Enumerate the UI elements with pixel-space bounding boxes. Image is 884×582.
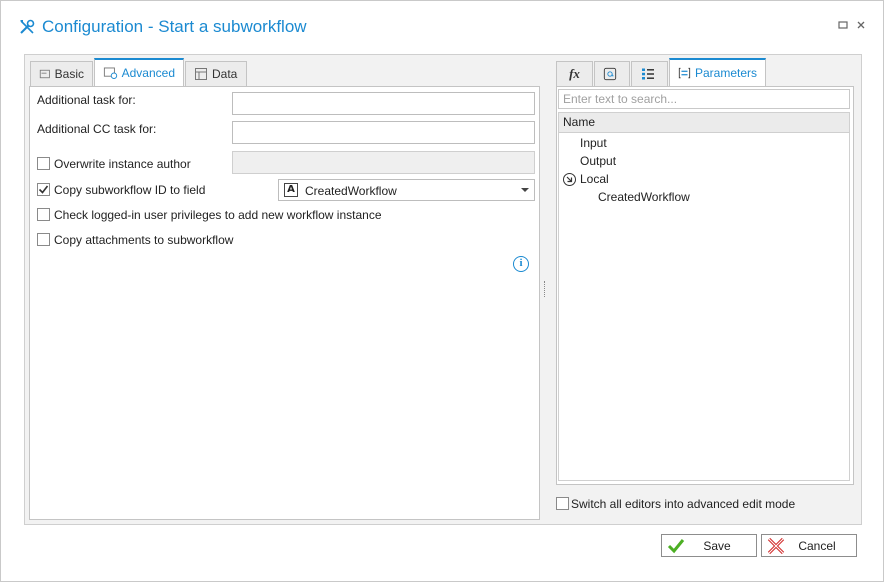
copy-id-field-select[interactable]: A CreatedWorkflow xyxy=(278,179,535,201)
copy-attachments-label: Copy attachments to subworkflow xyxy=(54,233,234,247)
tab-parameters-label: Parameters xyxy=(694,66,757,80)
form-icon xyxy=(39,69,50,79)
tab-advanced[interactable]: Advanced xyxy=(94,58,184,86)
parameters-icon xyxy=(678,67,691,79)
dialog-window: Configuration - Start a subworkflow Basi… xyxy=(0,0,884,582)
maximize-icon[interactable] xyxy=(837,20,849,32)
cancel-button-label: Cancel xyxy=(798,538,836,553)
check-privileges-label: Check logged-in user privileges to add n… xyxy=(54,208,382,222)
copy-id-label: Copy subworkflow ID to field xyxy=(54,183,206,197)
additional-task-input[interactable] xyxy=(232,92,535,115)
tree-node-local[interactable]: Local xyxy=(580,172,609,186)
advanced-mode-label: Switch all editors into advanced edit mo… xyxy=(571,497,796,511)
additional-cc-label: Additional CC task for: xyxy=(37,122,157,136)
tab-basic-label: Basic xyxy=(54,67,84,81)
close-icon[interactable] xyxy=(855,20,867,32)
title-bar: Configuration - Start a subworkflow xyxy=(18,15,307,39)
parameter-search-input[interactable] xyxy=(558,89,850,109)
cancel-button[interactable]: Cancel xyxy=(761,534,857,557)
text-field-icon: A xyxy=(284,183,298,197)
tab-basic[interactable]: Basic xyxy=(30,61,93,86)
table-icon xyxy=(195,68,207,80)
at-sign-icon xyxy=(603,67,617,81)
checkmark-icon xyxy=(38,185,49,194)
tree-column-header[interactable]: Name xyxy=(559,113,849,133)
tree-node-output[interactable]: Output xyxy=(580,154,616,168)
chevron-down-icon[interactable] xyxy=(521,188,529,192)
additional-task-label: Additional task for: xyxy=(37,93,136,107)
tab-system-data[interactable] xyxy=(594,61,630,86)
advanced-settings-icon xyxy=(103,67,118,79)
parameter-tree: Name Input Output Local CreatedWorkflow xyxy=(558,112,850,481)
copy-id-checkbox[interactable] xyxy=(37,183,50,196)
window-title: Configuration - Start a subworkflow xyxy=(42,17,307,36)
check-privileges-checkbox[interactable] xyxy=(37,208,50,221)
overwrite-author-label: Overwrite instance author xyxy=(54,157,191,171)
additional-cc-input[interactable] xyxy=(232,121,535,144)
overwrite-author-input xyxy=(232,151,535,174)
collapse-icon[interactable] xyxy=(563,173,576,186)
tab-lists[interactable] xyxy=(631,61,668,86)
tree-node-input[interactable]: Input xyxy=(580,136,607,150)
tree-node-created-workflow[interactable]: CreatedWorkflow xyxy=(598,190,690,204)
advanced-mode-checkbox[interactable] xyxy=(556,497,569,510)
info-icon[interactable]: i xyxy=(513,256,529,272)
tab-functions[interactable]: fx xyxy=(556,61,593,86)
panel-splitter[interactable] xyxy=(544,281,546,297)
tab-parameters[interactable]: Parameters xyxy=(669,58,766,86)
copy-id-field-value: CreatedWorkflow xyxy=(305,184,397,198)
tab-advanced-label: Advanced xyxy=(121,66,175,80)
copy-attachments-checkbox[interactable] xyxy=(37,233,50,246)
save-button[interactable]: Save xyxy=(661,534,757,557)
save-button-label: Save xyxy=(703,538,731,553)
overwrite-author-checkbox[interactable] xyxy=(37,157,50,170)
tab-data-label: Data xyxy=(212,67,238,81)
list-icon xyxy=(641,68,654,80)
tab-data[interactable]: Data xyxy=(185,61,247,86)
fx-icon: fx xyxy=(569,66,580,81)
tools-icon xyxy=(20,19,35,34)
